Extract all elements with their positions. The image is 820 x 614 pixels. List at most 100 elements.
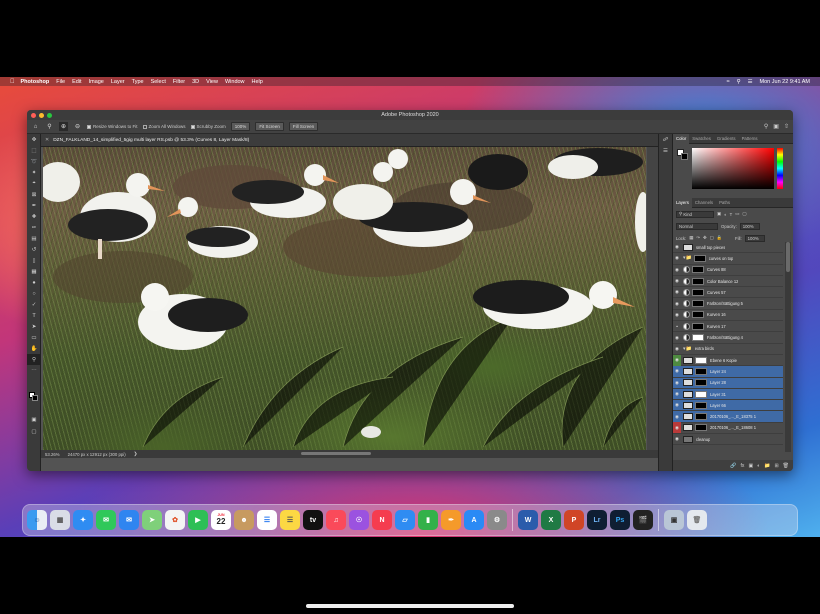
shape-tool-icon[interactable]: ▭ [27,332,41,343]
background-color-chip[interactable] [681,153,688,160]
folder-icon[interactable]: ▾📁 [683,346,692,352]
move-tool-icon[interactable]: ✥ [27,134,41,145]
background-color-swatch[interactable] [32,395,38,401]
lock-move-icon[interactable]: ✥ [703,235,707,241]
resize-windows-checkbox[interactable] [87,124,91,129]
type-filter-icon[interactable]: T [730,212,733,217]
layer-row[interactable]: ◉ 20170106_..._E_18375 1 [673,411,783,423]
history-panel-icon[interactable]: ☍ [659,134,672,145]
layer-row[interactable]: ◉ Layer 31 [673,388,783,401]
pen-tool-icon[interactable]: ✓ [27,299,41,310]
tab-gradients[interactable]: Gradients [714,136,739,141]
lock-artboard-icon[interactable]: ▢ [710,235,714,241]
new-layer-icon[interactable]: ⊞ [774,463,778,469]
zoom-in-icon[interactable]: ⊕ [59,122,68,131]
eye-icon[interactable]: ◉ [673,242,681,253]
zoom-tool-icon[interactable]: ⚲ [27,354,41,365]
opacity-field[interactable]: 100% [739,222,760,230]
blend-mode-select[interactable]: Normal [676,222,718,230]
canvas-vertical-scrollbar[interactable] [647,147,658,450]
new-adjustment-icon[interactable]: ◐ [757,463,760,469]
numbers-icon[interactable]: ▮ [418,510,438,530]
menu-type[interactable]: Type [132,79,144,85]
notes-icon[interactable]: ☰ [280,510,300,530]
hue-slider[interactable] [777,148,783,189]
blur-tool-icon[interactable]: ● [27,277,41,288]
marquee-tool-icon[interactable]: ⬚ [27,145,41,156]
eye-icon[interactable]: ◉ [673,411,681,422]
contacts-icon[interactable]: ☻ [234,510,254,530]
eraser-tool-icon[interactable]: ▯ [27,255,41,266]
eye-icon[interactable]: ◉ [673,354,681,366]
status-arrow-icon[interactable]: ❯ [134,451,138,457]
fill-field[interactable]: 100% [744,234,765,242]
status-zoom[interactable]: 53.26% [45,452,60,457]
layer-row[interactable]: ◉ small top pieces [673,242,783,254]
layers-scrollbar[interactable] [785,242,791,452]
tab-color[interactable]: Color [673,133,690,144]
dodge-tool-icon[interactable]: ○ [27,288,41,299]
control-center-icon[interactable]: ☰ [748,79,753,85]
photoshop-icon[interactable]: Ps [610,510,630,530]
document-tab[interactable]: ✕ DZN_FALKLAND_14_simplified_5gig multi … [41,134,672,147]
excel-icon[interactable]: X [541,510,561,530]
home-icon[interactable]: ⌂ [31,122,40,131]
trash-icon[interactable]: 🗑 [687,510,707,530]
music-icon[interactable]: ♫ [326,510,346,530]
quick-select-tool-icon[interactable]: ✦ [27,167,41,178]
workspace-icon[interactable]: ▣ [773,123,779,130]
zoom-out-icon[interactable]: ⊖ [73,122,82,131]
layer-row[interactable]: ◉ Farbton/Sättigung 5 [673,298,783,310]
zoom-100-button[interactable]: 100% [230,122,251,131]
color-picker-field[interactable] [692,148,774,189]
healing-tool-icon[interactable]: ✚ [27,211,41,222]
lasso-tool-icon[interactable]: ➰ [27,156,41,167]
eye-icon[interactable]: ◉ [673,309,681,320]
photos-icon[interactable]: ✿ [165,510,185,530]
trash-icon[interactable]: 🗑 [783,463,789,469]
apple-icon[interactable]:  [10,79,15,85]
share-icon[interactable]: ⇧ [784,123,789,130]
menu-app-name[interactable]: Photoshop [21,79,50,85]
layer-row[interactable]: ◉ Curves 57 [673,287,783,299]
tab-patterns[interactable]: Patterns [739,136,761,141]
more-tools-icon[interactable]: ⋯ [27,365,41,376]
layer-row[interactable]: ◉ Layer 24 [673,366,783,378]
search-icon[interactable]: ⚲ [737,79,741,85]
keynote-icon[interactable]: ▱ [395,510,415,530]
finder-icon[interactable]: ☺ [27,510,47,530]
layer-row[interactable]: ◉ Kurven 16 [673,309,783,322]
lock-all-icon[interactable]: 🔒 [717,235,722,241]
launchpad-icon[interactable]: ▦ [50,510,70,530]
adjustment-filter-icon[interactable]: ◐ [724,212,727,217]
tv-icon[interactable]: tv [303,510,323,530]
smart-filter-icon[interactable]: ▢ [742,211,746,217]
reminders-icon[interactable]: ☰ [257,510,277,530]
pages-icon[interactable]: ✒ [441,510,461,530]
eye-icon[interactable]: ◉ [673,264,681,275]
eye-icon[interactable]: ◉ [673,253,681,264]
zoom-all-checkbox[interactable] [142,124,147,129]
menu-3d[interactable]: 3D [192,79,199,85]
eye-icon[interactable]: ◉ [673,400,681,411]
quick-mask-icon[interactable]: ▣ [27,414,41,425]
layer-row[interactable]: • Kurven 17 [673,321,783,333]
mail-icon[interactable]: ✉ [119,510,139,530]
fx-icon[interactable]: fx [741,463,745,469]
pixel-filter-icon[interactable]: ▣ [717,211,721,217]
menu-file[interactable]: File [56,79,65,85]
properties-panel-icon[interactable]: ☰ [659,145,672,156]
layer-row[interactable]: ◉ Layer 66 [673,400,783,412]
eyedropper-tool-icon[interactable]: ✒ [27,200,41,211]
eye-icon[interactable]: ◉ [673,287,681,298]
eye-icon[interactable]: ◉ [673,366,681,377]
menu-edit[interactable]: Edit [72,79,81,85]
image-canvas[interactable] [43,147,646,450]
menu-select[interactable]: Select [151,79,166,85]
final-cut-pro-icon[interactable]: 🎬 [633,510,653,530]
type-tool-icon[interactable]: T [27,310,41,321]
layer-row[interactable]: ◉ Ebene 6 Kopie [673,354,783,367]
eye-icon[interactable]: • [673,321,681,332]
close-tab-icon[interactable]: ✕ [45,137,49,143]
link-layers-icon[interactable]: 🔗 [730,463,736,469]
